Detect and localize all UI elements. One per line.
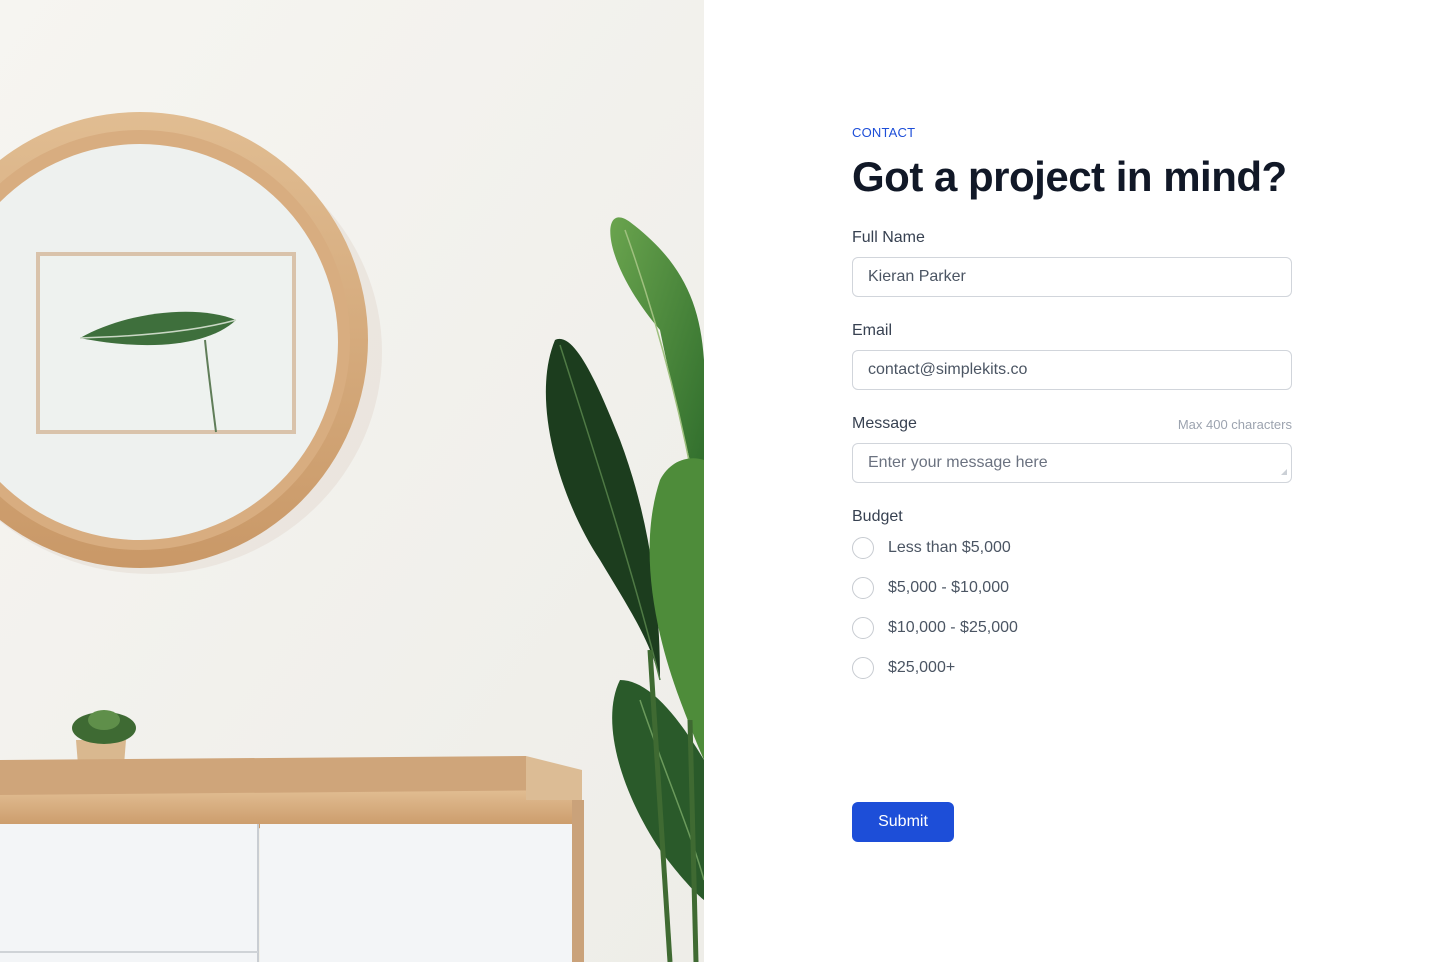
message-label: Message [852, 415, 917, 432]
hero-image [0, 0, 704, 962]
budget-label: Budget [852, 508, 903, 525]
budget-option-label: Less than $5,000 [888, 539, 1011, 556]
budget-option-less-than-5000[interactable]: Less than $5,000 [852, 536, 1011, 560]
budget-option-label: $25,000+ [888, 659, 956, 676]
page-title: Got a project in mind? [852, 153, 1287, 200]
budget-option-10000-25000[interactable]: $10,000 - $25,000 [852, 616, 1018, 640]
sideboard [0, 756, 584, 962]
email-label: Email [852, 322, 893, 339]
full-name-input[interactable] [852, 257, 1292, 297]
radio-button[interactable] [852, 657, 874, 679]
section-eyebrow: CONTACT [852, 125, 916, 140]
message-char-limit-hint: Max 400 characters [1177, 417, 1292, 432]
radio-button[interactable] [852, 617, 874, 639]
budget-option-5000-10000[interactable]: $5,000 - $10,000 [852, 576, 1009, 600]
contact-form-panel: CONTACT Got a project in mind? Full Name… [704, 0, 1440, 962]
email-input[interactable] [852, 350, 1292, 390]
budget-option-25000-plus[interactable]: $25,000+ [852, 656, 955, 680]
budget-option-label: $5,000 - $10,000 [888, 579, 1009, 596]
interior-photo [0, 0, 704, 962]
submit-button[interactable]: Submit [852, 802, 954, 842]
message-textarea[interactable] [852, 443, 1292, 483]
resize-grip-icon[interactable] [1278, 466, 1288, 476]
radio-button[interactable] [852, 577, 874, 599]
full-name-label: Full Name [852, 229, 925, 246]
budget-option-label: $10,000 - $25,000 [888, 619, 1018, 636]
radio-button[interactable] [852, 537, 874, 559]
